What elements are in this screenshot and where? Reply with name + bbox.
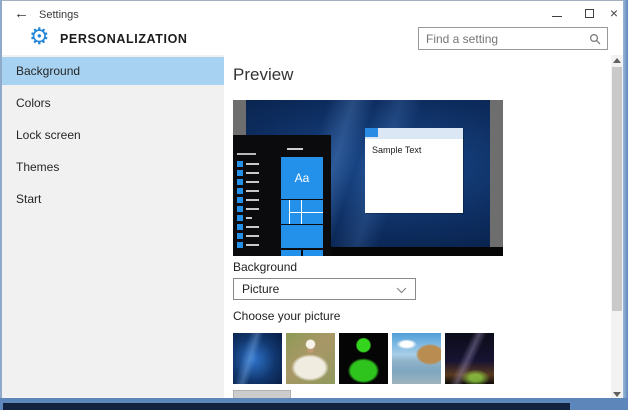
window-title: Settings (39, 9, 79, 21)
gear-icon: ⚙ (29, 23, 50, 49)
picture-thumb-person[interactable] (286, 333, 335, 384)
monitor-bezel-left (233, 100, 246, 136)
picture-thumb-windows-hero[interactable] (233, 333, 282, 384)
frame-border-right (623, 0, 628, 410)
desktop-preview: Aa Sample Text (233, 100, 503, 256)
minimize-button[interactable] (542, 1, 572, 25)
start-menu-tiles: Aa (281, 135, 323, 256)
sample-window-text: Sample Text (372, 145, 422, 155)
start-tile-small-left (281, 250, 301, 256)
back-button[interactable]: ← (14, 5, 29, 22)
start-menu-item-list (237, 159, 259, 249)
vertical-scrollbar[interactable] (611, 55, 623, 400)
sidebar-item-start[interactable]: Start (2, 185, 224, 213)
start-tile-grid (281, 200, 323, 224)
search-box (418, 27, 608, 50)
scrollbar-thumb[interactable] (612, 67, 622, 311)
frame-border-left (0, 0, 2, 402)
search-icon (589, 33, 601, 45)
sidebar-item-themes[interactable]: Themes (2, 153, 224, 181)
sidebar-item-background[interactable]: Background (2, 57, 224, 85)
frame-shadow (3, 403, 570, 410)
page-title: PERSONALIZATION (60, 32, 188, 46)
picture-thumbnails (233, 333, 494, 384)
start-menu-header-line (237, 153, 256, 155)
minimize-icon (552, 15, 562, 17)
maximize-icon (584, 8, 594, 18)
background-type-select[interactable]: Picture (233, 278, 416, 300)
chevron-down-icon (396, 287, 407, 294)
start-tile-aa: Aa (281, 157, 323, 199)
tiles-header-line (287, 148, 303, 150)
scroll-down-icon[interactable] (613, 392, 621, 397)
choose-picture-label: Choose your picture (233, 309, 341, 323)
preview-sample-window: Sample Text (365, 128, 463, 213)
screenshot-frame: ← Settings × ⚙ PERSONALIZATION Backgroun… (0, 0, 628, 410)
picture-thumb-green-portrait[interactable] (339, 333, 388, 384)
background-label: Background (233, 260, 298, 274)
start-tile-wide (281, 225, 323, 248)
start-tile-small-right (303, 250, 323, 256)
monitor-bezel-right (490, 100, 503, 248)
background-type-value: Picture (242, 282, 280, 296)
sample-window-titlebar (365, 128, 463, 139)
picture-thumb-beach[interactable] (392, 333, 441, 384)
picture-thumb-night-sky[interactable] (445, 333, 494, 384)
settings-window: ← Settings × ⚙ PERSONALIZATION Backgroun… (2, 1, 623, 400)
preview-heading: Preview (233, 65, 294, 84)
sidebar-item-colors[interactable]: Colors (2, 89, 224, 117)
sample-window-accent-square (365, 128, 378, 137)
close-button[interactable]: × (599, 1, 623, 25)
sidebar: Background Colors Lock screen Themes Sta… (2, 55, 224, 400)
search-input[interactable] (426, 28, 586, 49)
preview-start-menu: Aa (233, 135, 331, 256)
scroll-up-icon[interactable] (613, 58, 621, 63)
sidebar-item-lock-screen[interactable]: Lock screen (2, 121, 224, 149)
frame-border-top (0, 0, 628, 1)
